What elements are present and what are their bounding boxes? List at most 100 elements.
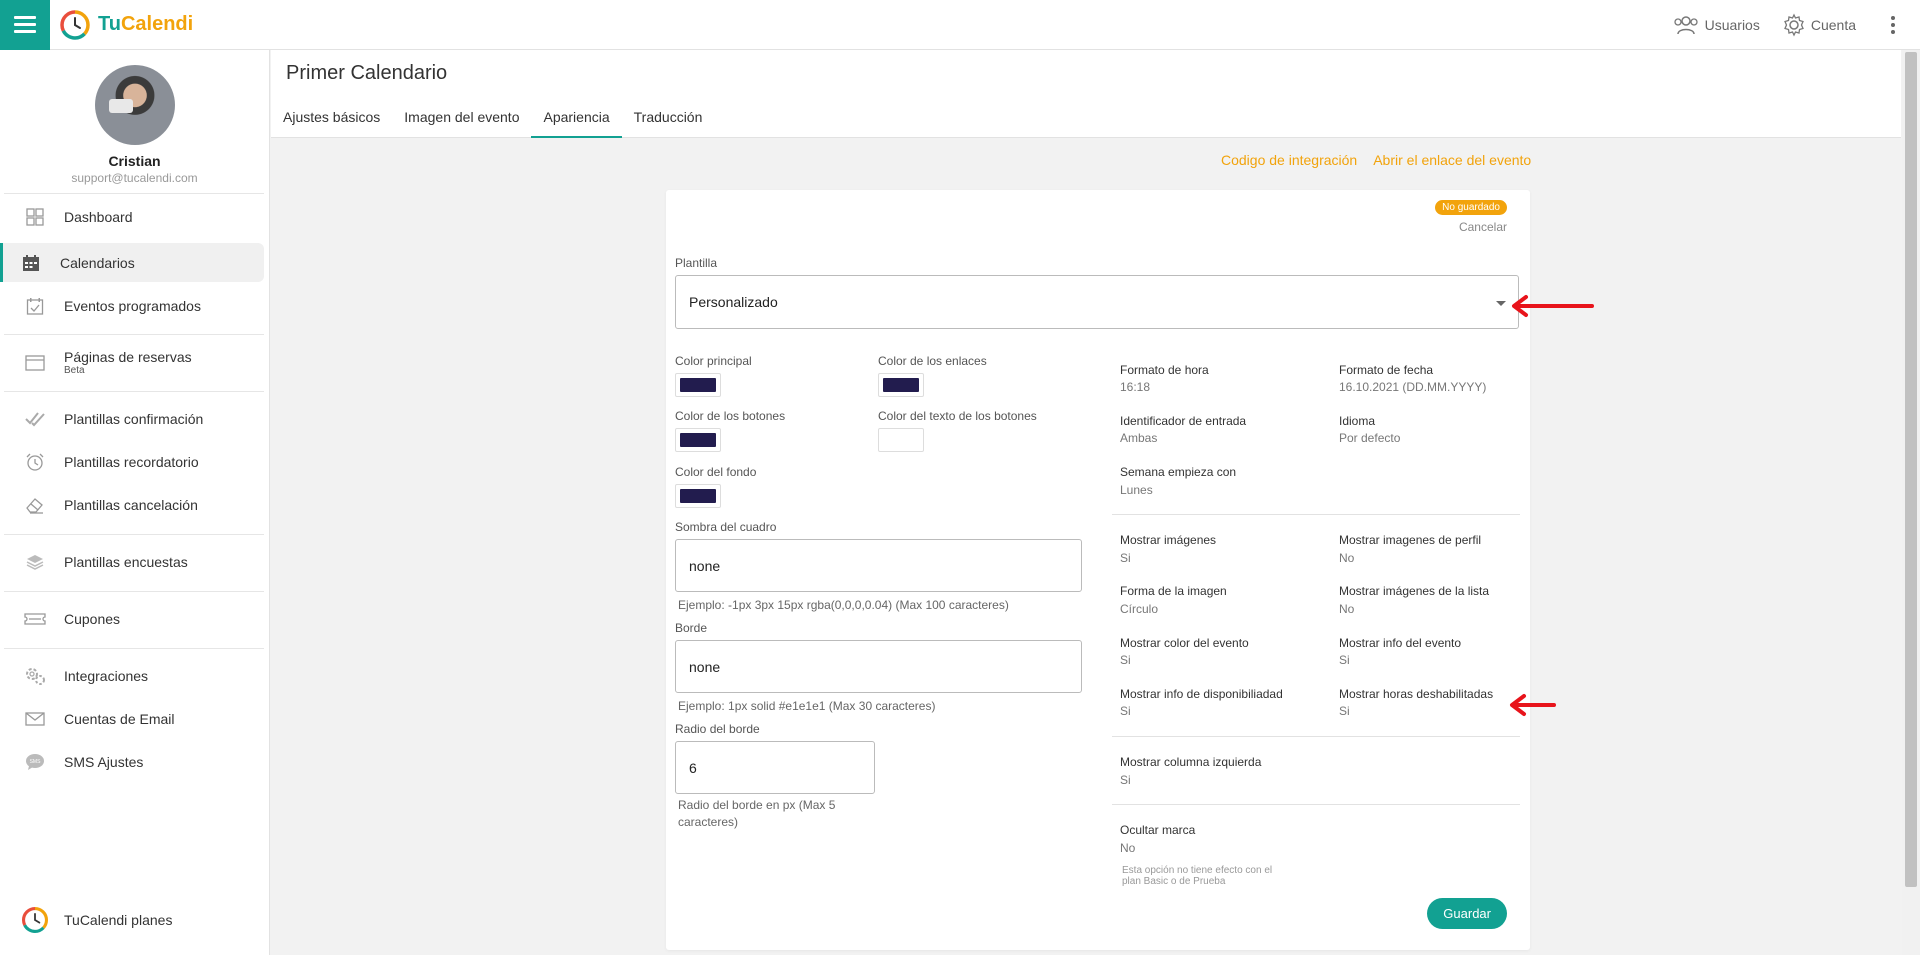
background-color-swatch[interactable] (675, 484, 721, 508)
show-availability-value[interactable]: Si (1120, 704, 1131, 718)
plans-link[interactable]: TuCalendi planes (20, 905, 172, 935)
tab-appearance[interactable]: Apariencia (531, 99, 622, 138)
account-label: Cuenta (1810, 16, 1856, 33)
hide-brand-note-line1: Esta opción no tiene efecto con el (1122, 865, 1273, 876)
sidebar-item-cancellation-templates[interactable]: Plantillas cancelación (4, 485, 264, 524)
background-color-label: Color del fondo (675, 465, 757, 479)
save-button[interactable]: Guardar (1427, 898, 1507, 929)
show-left-column-label: Mostrar columna izquierda (1120, 755, 1262, 769)
sidebar-item-scheduled-events[interactable]: Eventos programados (4, 286, 264, 325)
show-event-color-value[interactable]: Si (1120, 653, 1131, 667)
page-scrollbar[interactable] (1902, 50, 1920, 955)
week-start-value[interactable]: Lunes (1120, 483, 1153, 497)
calendar-icon (20, 252, 42, 274)
sidebar-item-calendars[interactable]: Calendarios (0, 243, 264, 282)
hamburger-menu-icon[interactable] (0, 0, 50, 50)
buttons-color-swatch[interactable] (675, 428, 721, 452)
border-input[interactable]: none (675, 640, 1082, 693)
tab-bar: Ajustes básicos Imagen del evento Aparie… (271, 99, 714, 138)
language-value[interactable]: Por defecto (1339, 431, 1400, 445)
sidebar-item-label: Plantillas confirmación (64, 410, 204, 427)
image-shape-label: Forma de la imagen (1120, 584, 1227, 598)
dashboard-icon (24, 206, 46, 228)
layers-icon (24, 551, 46, 573)
input-id-label: Identificador de entrada (1120, 414, 1247, 428)
sidebar-item-label: Plantillas encuestas (64, 553, 188, 570)
logo-text: TuCalendi (98, 13, 194, 35)
sidebar-item-label: Plantillas cancelación (64, 496, 198, 513)
image-shape-value[interactable]: Círculo (1120, 602, 1158, 616)
sidebar-item-label: Dashboard (64, 208, 133, 225)
sidebar-item-label: Integraciones (64, 667, 149, 684)
hide-brand-label: Ocultar marca (1120, 823, 1196, 837)
links-color-swatch[interactable] (878, 373, 924, 397)
links-color-label: Color de los enlaces (878, 354, 987, 368)
page-title: Primer Calendario (286, 62, 448, 84)
hide-brand-value[interactable]: No (1120, 841, 1135, 855)
show-profile-images-value[interactable]: No (1339, 551, 1354, 565)
show-event-color-label: Mostrar color del evento (1120, 636, 1249, 650)
cancel-link[interactable]: Cancelar (1459, 220, 1507, 234)
sidebar-item-label: Eventos programados (64, 297, 201, 314)
week-start-label: Semana empieza con (1120, 465, 1237, 479)
sidebar-item-sms-settings[interactable]: SMS SMS Ajustes (4, 742, 264, 781)
radius-input[interactable]: 6 (675, 741, 875, 794)
sidebar-item-survey-templates[interactable]: Plantillas encuestas (4, 542, 264, 581)
event-links: Codigo de integración Abrir el enlace de… (1221, 152, 1531, 168)
alarm-clock-icon (24, 451, 46, 473)
more-options-icon[interactable] (1878, 15, 1908, 34)
browser-window-icon (24, 352, 46, 374)
tab-event-image[interactable]: Imagen del evento (392, 99, 531, 138)
user-profile: Cristian support@tucalendi.com (0, 50, 269, 193)
template-select[interactable]: Personalizado (675, 275, 1519, 329)
show-profile-images-label: Mostrar imagenes de perfil (1339, 533, 1482, 547)
shadow-hint: Ejemplo: -1px 3px 15px rgba(0,0,0,0.04) … (678, 598, 1009, 612)
gear-icon (1783, 13, 1804, 36)
show-left-column-value[interactable]: Si (1120, 773, 1131, 787)
eraser-icon (24, 494, 46, 516)
users-label: Usuarios (1704, 16, 1760, 33)
hour-format-value[interactable]: 16:18 (1120, 380, 1150, 394)
users-link[interactable]: Usuarios (1672, 14, 1760, 36)
input-id-value[interactable]: Ambas (1120, 431, 1157, 445)
buttons-color-label: Color de los botones (675, 409, 786, 423)
users-icon (1673, 15, 1698, 34)
show-event-info-value[interactable]: Si (1339, 653, 1350, 667)
sidebar-item-email-accounts[interactable]: Cuentas de Email (4, 699, 264, 738)
integration-code-link[interactable]: Codigo de integración (1221, 152, 1357, 168)
date-format-label: Formato de fecha (1339, 363, 1434, 377)
sidebar-item-label: Calendarios (60, 254, 135, 271)
sidebar-item-coupons[interactable]: Cupones (4, 599, 264, 638)
app-logo[interactable]: TuCalendi (58, 8, 193, 42)
show-availability-label: Mostrar info de disponibiliadad (1120, 687, 1283, 701)
shadow-input[interactable]: none (675, 539, 1082, 592)
tab-basic-settings[interactable]: Ajustes básicos (271, 99, 392, 138)
sidebar-item-label: Páginas de reservas Beta (64, 349, 192, 376)
radius-label: Radio del borde (675, 722, 760, 736)
template-label: Plantilla (675, 256, 718, 270)
account-link[interactable]: Cuenta (1782, 13, 1856, 37)
show-images-value[interactable]: Si (1120, 551, 1131, 565)
sidebar-item-confirmation-templates[interactable]: Plantillas confirmación (4, 399, 264, 438)
sidebar-item-integrations[interactable]: Integraciones (4, 656, 264, 695)
open-event-link[interactable]: Abrir el enlace del evento (1373, 152, 1531, 168)
sidebar: Cristian support@tucalendi.com Dashboard… (0, 50, 270, 955)
show-disabled-hours-value[interactable]: Si (1339, 704, 1350, 718)
date-format-value[interactable]: 16.10.2021 (DD.MM.YYYY) (1339, 380, 1486, 394)
radius-hint-line2: caracteres) (678, 815, 739, 829)
sidebar-item-reminder-templates[interactable]: Plantillas recordatorio (4, 442, 264, 481)
calendar-check-icon (24, 295, 46, 317)
sidebar-item-label: Cuentas de Email (64, 710, 175, 727)
main-color-swatch[interactable] (675, 373, 721, 397)
tab-translation[interactable]: Traducción (622, 99, 715, 138)
avatar[interactable] (94, 65, 175, 145)
sidebar-item-booking-pages[interactable]: Páginas de reservas Beta (4, 343, 264, 382)
sidebar-item-dashboard[interactable]: Dashboard (4, 197, 264, 236)
show-list-images-value[interactable]: No (1339, 602, 1354, 616)
unsaved-badge: No guardado (1435, 200, 1507, 215)
show-images-label: Mostrar imágenes (1120, 533, 1217, 547)
divider (1112, 804, 1520, 805)
button-text-color-swatch[interactable] (878, 428, 924, 452)
annotation-arrow-icon (1510, 694, 1556, 716)
svg-text:SMS: SMS (30, 759, 42, 765)
